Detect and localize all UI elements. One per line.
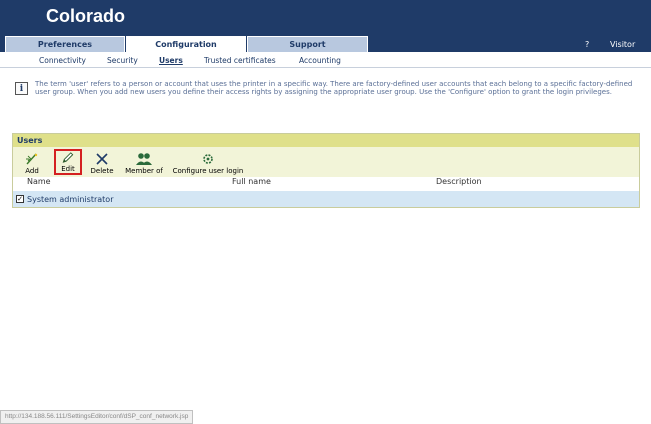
row-name: System administrator xyxy=(27,194,114,204)
column-description[interactable]: Description xyxy=(436,177,482,186)
app-title: Colorado xyxy=(46,6,125,26)
member-of-label: Member of xyxy=(125,167,163,175)
sub-navigation: Connectivity Security Users Trusted cert… xyxy=(0,52,651,68)
subnav-accounting[interactable]: Accounting xyxy=(299,52,341,68)
status-bar-url: http://134.188.56.111/SettingsEditor/con… xyxy=(0,410,194,424)
help-link[interactable]: ? xyxy=(585,36,589,52)
subnav-trusted-certificates[interactable]: Trusted certificates xyxy=(204,52,276,68)
table-header: Name Full name Description xyxy=(13,177,639,189)
add-label: Add xyxy=(25,167,39,175)
configure-user-login-label: Configure user login xyxy=(172,167,244,175)
column-full-name[interactable]: Full name xyxy=(232,177,271,186)
user-name[interactable]: Visitor xyxy=(610,36,635,52)
table-row[interactable]: ✓ System administrator xyxy=(13,191,639,207)
configure-user-login-button[interactable]: Configure user login xyxy=(170,149,246,175)
login-config-icon xyxy=(203,154,213,164)
subnav-users[interactable]: Users xyxy=(159,52,183,68)
subnav-connectivity[interactable]: Connectivity xyxy=(39,52,86,68)
member-of-button[interactable]: Member of xyxy=(121,149,167,175)
tab-support[interactable]: Support xyxy=(247,36,368,52)
users-panel: Users Add Edit Delete Member of Configur… xyxy=(12,133,640,208)
add-user-icon xyxy=(26,153,38,165)
panel-title: Users xyxy=(13,134,639,147)
add-button[interactable]: Add xyxy=(21,149,43,175)
row-checkbox[interactable]: ✓ xyxy=(16,195,24,203)
info-icon: i xyxy=(15,82,28,95)
delete-label: Delete xyxy=(90,167,114,175)
group-members-icon xyxy=(136,153,152,165)
tab-preferences[interactable]: Preferences xyxy=(5,36,125,52)
pencil-icon xyxy=(62,152,74,163)
edit-button[interactable]: Edit xyxy=(54,149,82,175)
info-text: The term 'user' refers to a person or ac… xyxy=(35,80,633,96)
tab-configuration[interactable]: Configuration xyxy=(126,36,246,52)
edit-label: Edit xyxy=(61,165,75,173)
column-name[interactable]: Name xyxy=(27,177,51,186)
delete-button[interactable]: Delete xyxy=(88,149,116,175)
x-delete-icon xyxy=(96,153,108,165)
subnav-security[interactable]: Security xyxy=(107,52,138,68)
users-toolbar: Add Edit Delete Member of Configure user… xyxy=(13,147,639,177)
app-header: Colorado Preferences Configuration Suppo… xyxy=(0,0,651,52)
